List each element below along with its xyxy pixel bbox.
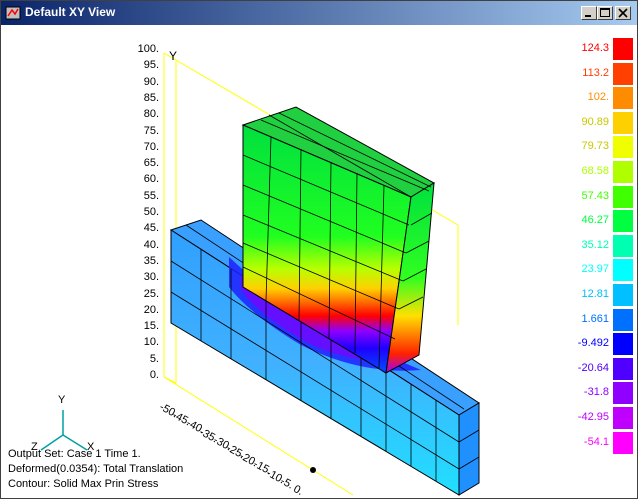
legend-swatch	[613, 111, 633, 134]
legend-label: 124.3	[581, 42, 609, 54]
legend-swatch	[613, 161, 633, 183]
y-tick-label: 25.	[143, 287, 159, 300]
legend-swatch	[613, 407, 633, 429]
legend-label: 102.	[587, 91, 609, 104]
minimize-button[interactable]	[581, 6, 597, 20]
title-bar[interactable]: Default XY View	[1, 1, 637, 25]
contour-text: Contour: Solid Max Prin Stress	[8, 478, 159, 490]
legend-swatch	[613, 136, 633, 159]
legend-label: -54.1	[583, 435, 609, 448]
legend-label: 46.27	[581, 214, 609, 227]
model-canvas[interactable]	[1, 25, 637, 498]
app-icon	[5, 6, 21, 20]
y-tick-label: 60.	[143, 173, 159, 186]
legend-swatch	[613, 357, 633, 380]
y-tick-label: 20.	[143, 303, 159, 316]
y-tick-label: 95.	[143, 59, 159, 72]
view-window: Default XY View 100. 95. 90. 85. 80. 75.…	[0, 0, 638, 499]
y-tick-label: 10.	[143, 336, 159, 349]
y-tick-label: 85.	[143, 91, 159, 104]
legend-swatch	[613, 431, 633, 454]
y-tick-label: 70.	[143, 140, 159, 153]
y-tick-label: 0.	[149, 369, 159, 381]
legend-label: 35.12	[581, 238, 609, 251]
output-set-text: Output Set: Case 1 Time 1.	[8, 448, 141, 460]
y-tick-label: 40.	[143, 238, 159, 251]
legend-label: 79.73	[581, 140, 609, 153]
y-tick-label: 15.	[143, 320, 159, 333]
model-viewport[interactable]: 100. 95. 90. 85. 80. 75. 70. 65. 60. 55. 50. 45. 40.…	[1, 25, 637, 498]
y-tick-label: 65.	[143, 157, 159, 170]
y-tick-label: 90.	[143, 75, 159, 88]
close-button[interactable]	[615, 6, 631, 20]
legend-label: -31.8	[583, 386, 609, 399]
legend-swatch	[613, 284, 633, 306]
legend-label: 23.97	[581, 263, 609, 276]
y-tick-label: 55.	[143, 189, 159, 202]
legend-swatch	[613, 185, 633, 208]
legend-label: 68.58	[581, 165, 609, 177]
legend-label: -20.64	[577, 361, 609, 374]
legend-swatch	[613, 333, 633, 356]
legend-label: 12.81	[581, 288, 609, 300]
deformed-text: Deformed(0.0354): Total Translation	[8, 463, 184, 475]
legend-swatch	[613, 87, 633, 110]
y-tick-label: 35.	[143, 254, 159, 267]
y-tick-label: 75.	[143, 124, 159, 137]
y-tick-label: 45.	[143, 222, 159, 235]
triad-y-label: Y	[58, 394, 66, 406]
y-tick-label: 100.	[137, 43, 159, 55]
legend-label: 1.661	[581, 312, 609, 325]
minimize-icon	[585, 15, 591, 17]
legend-swatch	[613, 210, 633, 233]
legend-swatch	[613, 234, 633, 257]
y-tick-label: 80.	[143, 108, 159, 121]
legend-label: 57.43	[581, 189, 609, 202]
legend-label: -9.492	[577, 337, 609, 350]
y-tick-label: 30.	[143, 271, 159, 284]
y-tick-label: 50.	[143, 206, 159, 218]
close-icon	[618, 8, 628, 18]
legend-label: 90.89	[581, 115, 609, 128]
maximize-icon	[600, 8, 610, 17]
maximize-button[interactable]	[597, 6, 613, 20]
coordinate-triad	[40, 410, 88, 451]
y-axis-label: Y	[169, 49, 178, 63]
legend-label: 113.2	[582, 66, 609, 79]
origin-marker	[310, 467, 316, 473]
legend-swatch	[613, 382, 633, 405]
legend-label: -42.95	[577, 411, 609, 423]
legend-swatch	[613, 38, 633, 60]
y-tick-label: 5.	[149, 352, 159, 365]
legend-swatch	[613, 308, 633, 331]
window-title: Default XY View	[25, 5, 116, 19]
legend-swatch	[613, 62, 633, 85]
legend-swatch	[613, 259, 633, 282]
